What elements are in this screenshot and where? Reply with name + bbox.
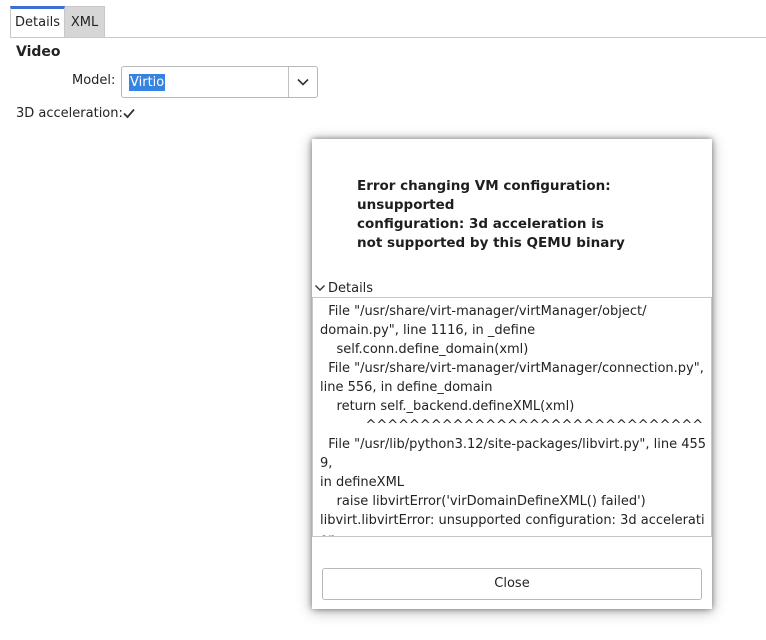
combobox-separator — [288, 67, 289, 97]
tab-divider — [10, 37, 766, 38]
traceback-line: return self._backend.defineXML(xml) — [320, 399, 575, 414]
section-title-video: Video — [16, 44, 61, 60]
model-combobox[interactable]: Virtio — [121, 66, 318, 98]
traceback-line: File "/usr/share/virt-manager/virtManage… — [320, 304, 647, 319]
traceback-line: self.conn.define_domain(xml) — [320, 342, 529, 357]
traceback-line: File "/usr/lib/python3.12/site-packages/… — [320, 437, 707, 471]
3d-acceleration-label: 3D acceleration: — [16, 106, 123, 121]
tab-xml[interactable]: XML — [65, 6, 106, 38]
tab-bar: Details XML — [10, 6, 106, 38]
checkmark-icon — [123, 108, 135, 119]
error-dialog: Error changing VM configuration: unsuppo… — [312, 139, 712, 609]
virt-manager-video-panel: Details XML Video Model: Virtio 3D accel… — [0, 0, 766, 640]
model-combobox-value[interactable]: Virtio — [129, 74, 166, 91]
details-textview[interactable]: File "/usr/share/virt-manager/virtManage… — [312, 297, 712, 537]
details-expander-label[interactable]: Details — [328, 281, 373, 296]
tab-details[interactable]: Details — [10, 6, 66, 38]
traceback-line: in defineXML — [320, 475, 405, 490]
model-label: Model: — [72, 73, 116, 88]
traceback-line: raise libvirtError('virDomainDefineXML()… — [320, 494, 646, 509]
chevron-down-icon[interactable] — [295, 74, 311, 90]
traceback-line: File "/usr/share/virt-manager/virtManage… — [320, 361, 704, 376]
traceback-line: line 556, in define_domain — [320, 380, 493, 395]
chevron-down-icon[interactable] — [314, 282, 326, 294]
error-message: Error changing VM configuration: unsuppo… — [357, 178, 625, 251]
close-button[interactable]: Close — [322, 568, 702, 600]
traceback-line: domain.py", line 1116, in _define — [320, 323, 536, 338]
traceback-text: File "/usr/share/virt-manager/virtManage… — [320, 302, 711, 536]
3d-acceleration-checkbox[interactable] — [121, 105, 137, 121]
traceback-line: ^^^^^^^^^^^^^^^^^^^^^^^^^^^^^^^ — [320, 418, 704, 433]
traceback-line: libvirt.libvirtError: unsupported config… — [320, 513, 705, 536]
details-expander[interactable]: Details — [314, 279, 373, 297]
